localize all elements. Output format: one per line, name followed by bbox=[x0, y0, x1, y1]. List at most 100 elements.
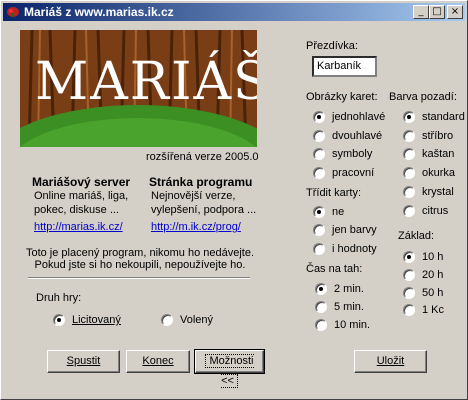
radio-game-voleny-dot[interactable] bbox=[161, 314, 173, 326]
license-notice-line1: Toto je placený program, nikomu ho nedáv… bbox=[25, 247, 255, 259]
radio-cards-symboly-dot[interactable] bbox=[313, 148, 325, 160]
options-button[interactable]: Možnosti << bbox=[194, 349, 265, 388]
app-card-icon[interactable] bbox=[6, 5, 20, 19]
radio-time-5min[interactable]: 5 min. bbox=[315, 300, 364, 314]
radio-base-50h-label: 50 h bbox=[422, 287, 444, 299]
background-color-label: Barva pozadí: bbox=[389, 91, 457, 103]
radio-base-50h[interactable]: 50 h bbox=[403, 286, 443, 300]
server-desc-line2: pokec, diskuse ... bbox=[34, 204, 119, 216]
radio-sort-ne-dot[interactable] bbox=[313, 206, 325, 218]
radio-time-5min-label: 5 min. bbox=[334, 301, 364, 313]
banner-logo: MARIÁŠ bbox=[35, 52, 257, 112]
start-button-label: Spustit bbox=[66, 355, 101, 367]
options-button-label: Možnosti << bbox=[205, 354, 254, 388]
radio-base-50h-dot[interactable] bbox=[403, 287, 415, 299]
radio-bg-okurka-dot[interactable] bbox=[403, 167, 415, 179]
radio-base-20h[interactable]: 20 h bbox=[403, 268, 443, 282]
end-button-label: Konec bbox=[142, 355, 174, 367]
radio-bg-kastan-label: kaštan bbox=[422, 148, 455, 160]
game-type-label: Druh hry: bbox=[36, 292, 82, 304]
radio-sort-i-hodnoty-label: i hodnoty bbox=[332, 243, 377, 255]
radio-cards-pracovni-dot[interactable] bbox=[313, 167, 325, 179]
radio-cards-pracovni-label: pracovní bbox=[332, 167, 375, 179]
radio-cards-dvouhlave-dot[interactable] bbox=[313, 130, 325, 142]
radio-bg-citrus[interactable]: citrus bbox=[403, 204, 448, 218]
turn-time-label: Čas na tah: bbox=[306, 263, 363, 275]
main-window: Mariáš z www.marias.ik.cz _ □ × MARIÁŠ r… bbox=[0, 0, 468, 400]
radio-game-voleny-label: Volený bbox=[180, 314, 214, 326]
card-images-label: Obrázky karet: bbox=[306, 91, 378, 103]
close-button[interactable]: × bbox=[447, 5, 463, 19]
license-notice: Toto je placený program, nikomu ho nedáv… bbox=[20, 247, 260, 271]
save-button-label: Uložit bbox=[376, 355, 405, 367]
server-heading: Mariášový server bbox=[32, 175, 131, 189]
window-title: Mariáš z www.marias.ik.cz bbox=[24, 5, 174, 19]
radio-base-1kc-dot[interactable] bbox=[403, 304, 415, 316]
radio-time-10min-dot[interactable] bbox=[315, 319, 327, 331]
nickname-input[interactable]: Karbaník bbox=[312, 56, 377, 77]
version-label: rozšířená verze 2005.0 bbox=[146, 151, 259, 163]
radio-sort-jen-barvy-label: jen barvy bbox=[332, 224, 377, 236]
radio-bg-okurka-label: okurka bbox=[422, 167, 456, 179]
save-button[interactable]: Uložit bbox=[354, 350, 427, 373]
nickname-label: Přezdívka: bbox=[306, 40, 358, 52]
radio-time-2min-label: 2 min. bbox=[334, 283, 364, 295]
marias-banner: MARIÁŠ bbox=[20, 30, 257, 147]
radio-base-1kc-label: 1 Kc bbox=[422, 304, 445, 316]
radio-time-5min-dot[interactable] bbox=[315, 301, 327, 313]
radio-bg-krystal-dot[interactable] bbox=[403, 186, 415, 198]
radio-bg-krystal[interactable]: krystal bbox=[403, 185, 454, 199]
radio-time-2min-dot[interactable] bbox=[315, 283, 327, 295]
radio-bg-stribro-dot[interactable] bbox=[403, 130, 415, 142]
radio-bg-standard-label: standard bbox=[422, 111, 465, 123]
radio-game-licitovany-label: Licitovaný bbox=[72, 314, 121, 326]
radio-cards-jednohlave-label: jednohlavé bbox=[332, 111, 386, 123]
radio-bg-okurka[interactable]: okurka bbox=[403, 166, 455, 180]
sort-cards-label: Třídit karty: bbox=[306, 187, 362, 199]
radio-bg-kastan-dot[interactable] bbox=[403, 148, 415, 160]
radio-base-10h-label: 10 h bbox=[422, 251, 444, 263]
radio-time-2min[interactable]: 2 min. bbox=[315, 282, 364, 296]
program-heading: Stránka programu bbox=[149, 175, 253, 189]
radio-sort-i-hodnoty[interactable]: i hodnoty bbox=[313, 242, 377, 256]
notice-separator bbox=[28, 277, 250, 279]
radio-base-10h-dot[interactable] bbox=[403, 251, 415, 263]
program-desc-line2: vylepšení, podpora ... bbox=[151, 204, 257, 216]
minimize-button[interactable]: _ bbox=[413, 5, 429, 19]
radio-cards-symboly[interactable]: symboly bbox=[313, 147, 372, 161]
radio-sort-jen-barvy-dot[interactable] bbox=[313, 224, 325, 236]
maximize-button[interactable]: □ bbox=[429, 5, 445, 19]
radio-cards-symboly-label: symboly bbox=[332, 148, 373, 160]
radio-sort-i-hodnoty-dot[interactable] bbox=[313, 243, 325, 255]
start-button[interactable]: Spustit bbox=[47, 350, 120, 373]
radio-cards-dvouhlave[interactable]: dvouhlavé bbox=[313, 129, 382, 143]
base-label: Základ: bbox=[398, 230, 435, 242]
radio-cards-dvouhlave-label: dvouhlavé bbox=[332, 130, 383, 142]
radio-sort-ne-label: ne bbox=[332, 206, 345, 218]
radio-cards-jednohlave[interactable]: jednohlavé bbox=[313, 110, 385, 124]
program-link[interactable]: http://m.ik.cz/prog/ bbox=[151, 221, 241, 233]
radio-time-10min[interactable]: 10 min. bbox=[315, 318, 370, 332]
server-link[interactable]: http://marias.ik.cz/ bbox=[34, 221, 123, 233]
radio-cards-pracovni[interactable]: pracovní bbox=[313, 166, 374, 180]
radio-cards-jednohlave-dot[interactable] bbox=[313, 111, 325, 123]
radio-bg-kastan[interactable]: kaštan bbox=[403, 147, 454, 161]
title-bar[interactable]: Mariáš z www.marias.ik.cz _ □ × bbox=[3, 3, 465, 21]
radio-bg-citrus-label: citrus bbox=[422, 205, 449, 217]
radio-sort-jen-barvy[interactable]: jen barvy bbox=[313, 223, 377, 237]
radio-bg-standard-dot[interactable] bbox=[403, 111, 415, 123]
radio-game-licitovany-dot[interactable] bbox=[53, 314, 65, 326]
radio-game-voleny[interactable]: Volený bbox=[161, 313, 213, 327]
radio-bg-standard[interactable]: standard bbox=[403, 110, 465, 124]
program-desc-line1: Nejnovější verze, bbox=[151, 190, 236, 202]
radio-base-10h[interactable]: 10 h bbox=[403, 250, 443, 264]
radio-base-20h-dot[interactable] bbox=[403, 269, 415, 281]
radio-bg-stribro[interactable]: stříbro bbox=[403, 129, 453, 143]
radio-base-1kc[interactable]: 1 Kc bbox=[403, 303, 444, 317]
radio-game-licitovany[interactable]: Licitovaný bbox=[53, 313, 121, 327]
end-button[interactable]: Konec bbox=[126, 350, 190, 373]
radio-bg-citrus-dot[interactable] bbox=[403, 205, 415, 217]
radio-bg-stribro-label: stříbro bbox=[422, 130, 454, 142]
radio-sort-ne[interactable]: ne bbox=[313, 205, 344, 219]
radio-time-10min-label: 10 min. bbox=[334, 319, 371, 331]
